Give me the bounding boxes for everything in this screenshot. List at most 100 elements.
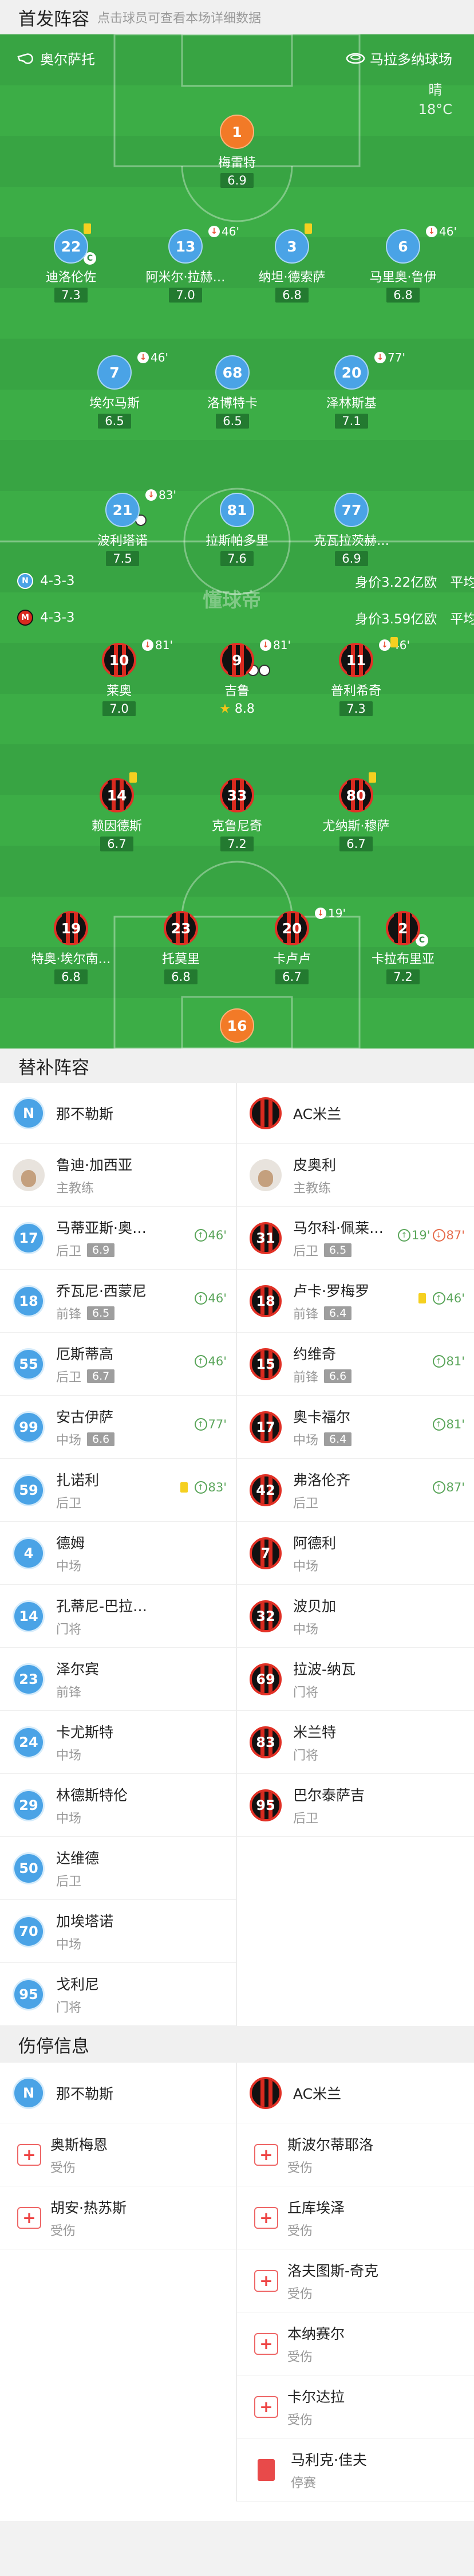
player-number: 42 xyxy=(256,1482,275,1498)
sub-player-row[interactable]: 70 加埃塔诺 中场 xyxy=(0,1900,236,1963)
sub-player-row[interactable]: 17 马蒂亚斯·奥… 后卫 6.9 ↑ 46' xyxy=(0,1207,236,1270)
injury-row[interactable]: + 胡安·热苏斯 受伤 xyxy=(0,2186,236,2249)
coach-name: 鲁迪·加西亚 xyxy=(56,1156,132,1173)
milan-player[interactable]: 23 托莫里 6.8 xyxy=(129,911,232,984)
medical-kit-icon: + xyxy=(17,2143,41,2166)
milan-player[interactable]: 80 尤纳斯·穆萨 6.7 xyxy=(305,772,408,851)
player-number-circle: 22 xyxy=(54,229,88,264)
milan-player[interactable]: ↓ 46' 11 普利希奇 7.3 xyxy=(305,637,410,716)
napoli-player[interactable]: ↓ 46' 7 埃尔马斯 6.5 xyxy=(63,351,168,429)
medical-kit-icon: + xyxy=(254,2396,278,2418)
napoli-player[interactable]: ↓ 46' 13 阿米尔·拉赫… 7.0 xyxy=(134,225,239,303)
sub-player-row[interactable]: 4 德姆 中场 xyxy=(0,1522,236,1585)
milan-player[interactable]: ↓ 81' 9 吉鲁 ★ 8.8 xyxy=(185,638,291,717)
player-number-circle: 19 xyxy=(54,911,88,945)
napoli-player[interactable]: 3 纳坦·德索萨 6.8 xyxy=(240,223,343,303)
player-meta: 中场 xyxy=(293,1619,336,1638)
player-name: 戈利尼 xyxy=(56,1976,100,1993)
sub-player-row[interactable]: 31 马尔科·佩莱… 后卫 6.5 ↑ 19' ↓ 87' xyxy=(237,1207,474,1270)
sub-player-row[interactable]: 15 约维奇 前锋 6.6 ↑ 81' xyxy=(237,1333,474,1396)
player-position: 后卫 xyxy=(293,1811,319,1826)
sub-in-minute: 46' xyxy=(208,1291,227,1305)
sub-player-row[interactable]: 17 奥卡福尔 中场 6.4 ↑ 81' xyxy=(237,1396,474,1459)
player-name: 赖因德斯 xyxy=(91,819,142,834)
sub-out-icon: ↓ xyxy=(208,226,220,237)
sub-player-row[interactable]: 69 拉波-纳瓦 门将 xyxy=(237,1648,474,1711)
player-number-circle: 17 xyxy=(13,1222,45,1254)
milan-player[interactable]: 33 克鲁尼奇 7.2 xyxy=(185,778,289,851)
sub-out-icon: ↓ xyxy=(315,908,326,919)
coach-row[interactable]: 鲁迪·加西亚 主教练 xyxy=(0,1144,236,1207)
injury-row[interactable]: + 洛夫图斯-奇克 受伤 xyxy=(237,2249,474,2312)
player-number-circle: 3 xyxy=(275,229,309,264)
milan-player[interactable]: ↓ 81' 10 莱奥 7.0 xyxy=(68,638,173,716)
player-name: 迈尼昂 xyxy=(185,1046,289,1049)
sub-player-row[interactable]: 14 孔蒂尼-巴拉… 门将 xyxy=(0,1585,236,1648)
acm-team-row[interactable]: AC米兰 xyxy=(237,2063,474,2123)
napoli-player[interactable]: ↓ 83' 21 波利塔诺 7.5 xyxy=(71,488,176,566)
player-number: 80 xyxy=(346,787,366,804)
milan-player[interactable]: 16迈尼昂5.9 xyxy=(185,1008,289,1049)
sub-player-row[interactable]: 95 巴尔泰萨吉 后卫 xyxy=(237,1774,474,1837)
sub-player-row[interactable]: 59 扎诺利 后卫 ↑ 83' xyxy=(0,1459,236,1522)
milan-player[interactable]: C 2 卡拉布里亚 7.2 xyxy=(351,911,455,984)
medical-kit-icon: + xyxy=(254,2143,278,2166)
player-rating: 6.9 xyxy=(220,173,254,188)
player-meta: 后卫 xyxy=(293,1808,365,1827)
player-number-circle: 20 xyxy=(275,911,309,945)
sub-player-row[interactable]: 7 阿德利 中场 xyxy=(237,1522,474,1585)
rating-value: 6.9 xyxy=(342,552,361,566)
injury-row[interactable]: + 斯波尔蒂耶洛 受伤 xyxy=(237,2123,474,2186)
team-name: 那不勒斯 xyxy=(56,1105,114,1122)
milan-player[interactable]: ↓ 19' 20 卡卢卢 6.7 xyxy=(240,906,346,984)
player-position: 中场 xyxy=(293,1433,319,1448)
sub-player-row[interactable]: 18 卢卡·罗梅罗 前锋 6.4 ↑ 46' xyxy=(237,1270,474,1333)
sub-player-row[interactable]: 50 达维德 后卫 xyxy=(0,1837,236,1900)
nap-team-row[interactable]: N 那不勒斯 xyxy=(0,1083,236,1144)
injury-row[interactable]: + 丘库埃泽 受伤 xyxy=(237,2186,474,2249)
player-number-circle: 55 xyxy=(13,1348,45,1380)
injury-info: 胡安·热苏斯 受伤 xyxy=(50,2197,127,2239)
napoli-player[interactable]: 1 梅雷特 6.9 xyxy=(185,115,289,188)
napoli-player[interactable]: ↓ 46' 6 马里奥·鲁伊 6.8 xyxy=(351,225,457,303)
injury-row[interactable]: + 卡尔达拉 受伤 xyxy=(237,2375,474,2438)
sub-player-row[interactable]: 32 波贝加 中场 xyxy=(237,1585,474,1648)
sub-marker: ↑ 83' xyxy=(180,1481,227,1494)
sub-player-row[interactable]: 24 卡尤斯特 中场 xyxy=(0,1711,236,1774)
player-position: 门将 xyxy=(56,2000,82,2015)
player-name: 林德斯特伦 xyxy=(56,1786,128,1804)
injury-row[interactable]: + 奥斯梅恩 受伤 xyxy=(0,2123,236,2186)
player-rating: 6.7 xyxy=(275,969,309,984)
player-meta: 中场 xyxy=(56,1808,128,1827)
sub-player-row[interactable]: 29 林德斯特伦 中场 xyxy=(0,1774,236,1837)
player-number: 24 xyxy=(19,1734,38,1750)
injury-row[interactable]: + 本纳赛尔 受伤 xyxy=(237,2312,474,2375)
sub-player-row[interactable]: 55 厄斯蒂高 后卫 6.7 ↑ 46' xyxy=(0,1333,236,1396)
napoli-player[interactable]: C 22 迪洛伦佐 7.3 xyxy=(19,223,123,303)
player-rating: 6.6 xyxy=(87,1432,115,1446)
sub-player-row[interactable]: 99 安古伊萨 中场 6.6 ↑ 77' xyxy=(0,1396,236,1459)
napoli-player[interactable]: 81 拉斯帕多里 7.6 xyxy=(185,493,289,566)
sub-player-row[interactable]: 95 戈利尼 门将 xyxy=(0,1963,236,2026)
sub-player-row[interactable]: 42 弗洛伦齐 后卫 ↑ 87' xyxy=(237,1459,474,1522)
napoli-player[interactable]: ↓ 77' 20 泽林斯基 7.1 xyxy=(300,351,405,429)
sub-player-row[interactable]: 18 乔瓦尼·西蒙尼 前锋 6.5 ↑ 46' xyxy=(0,1270,236,1333)
player-number: 17 xyxy=(256,1419,275,1435)
player-name: 弗洛伦齐 xyxy=(293,1471,351,1489)
player-name: 奥斯梅恩 xyxy=(50,2136,108,2153)
injury-row[interactable]: 马利克·佳夫 停赛 xyxy=(237,2438,474,2502)
sub-player-row[interactable]: 83 米兰特 门将 xyxy=(237,1711,474,1774)
player-name: 阿米尔·拉赫… xyxy=(145,270,226,285)
coach-face xyxy=(258,1169,273,1187)
player-number-circle: 31 xyxy=(250,1222,282,1254)
sub-player-row[interactable]: 23 泽尔宾 前锋 xyxy=(0,1648,236,1711)
rating-value: 7.6 xyxy=(227,552,247,566)
napoli-player[interactable]: 68 洛博特卡 6.5 xyxy=(181,355,284,429)
nap-team-row[interactable]: N 那不勒斯 xyxy=(0,2063,236,2123)
milan-player[interactable]: 14 赖因德斯 6.7 xyxy=(65,772,168,851)
napoli-player[interactable]: 77 克瓦拉茨赫… 6.9 xyxy=(300,493,403,566)
medical-kit-icon: + xyxy=(254,2269,278,2292)
coach-row[interactable]: 皮奥利 主教练 xyxy=(237,1144,474,1207)
milan-player[interactable]: 19 特奥·埃尔南… 6.8 xyxy=(19,911,123,984)
acm-team-row[interactable]: AC米兰 xyxy=(237,1083,474,1144)
